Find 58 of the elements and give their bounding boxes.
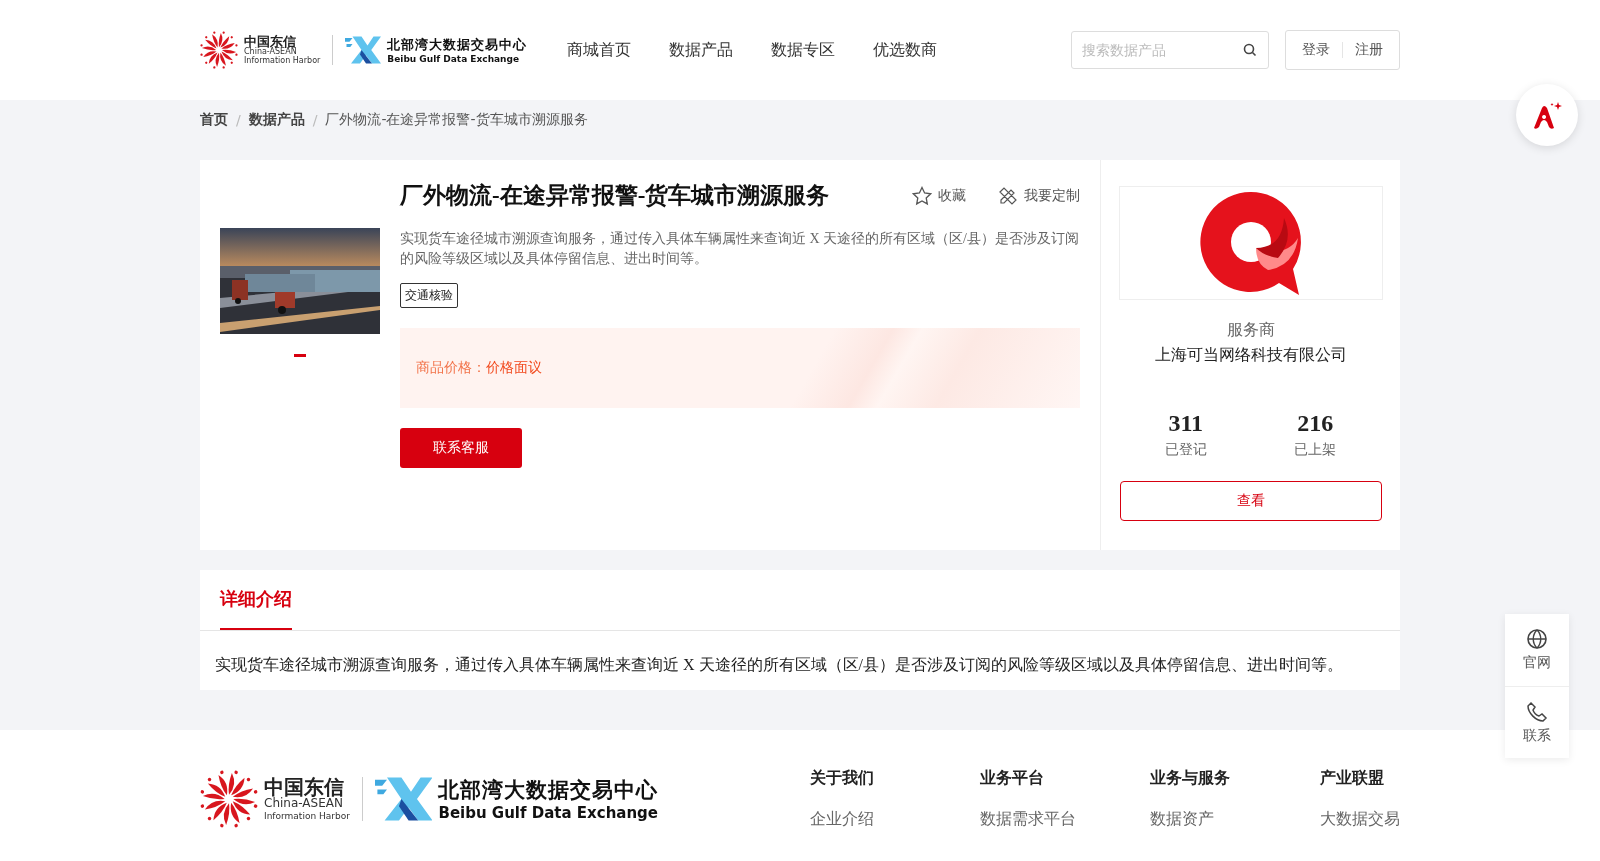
price-value: 价格面议: [486, 359, 542, 377]
view-button[interactable]: 查看: [1119, 481, 1382, 521]
breadcrumb-separator: /: [312, 112, 318, 128]
logo-text: China-ASEAN: [264, 797, 343, 811]
logo-text: Beibu Gulf Data Exchange: [438, 804, 659, 822]
logo-text: 中国东信: [264, 777, 345, 798]
breadcrumb-link[interactable]: 数据产品: [248, 111, 305, 129]
breadcrumb-separator: /: [236, 112, 241, 128]
nav-link[interactable]: 优选数商: [873, 39, 938, 61]
breadcrumb-current: 厂外物流-在途异常报警-货车城市溯源服务: [325, 111, 588, 129]
logo-text: 北部湾大数据交易中心: [387, 36, 528, 54]
flower-logo-icon: [200, 770, 258, 828]
logo-text: Information Harbor: [244, 56, 321, 66]
stat-value: 311: [1168, 410, 1204, 437]
product-title: 厂外物流-在途异常报警-货车城市溯源服务: [400, 182, 831, 210]
phone-icon: [1526, 700, 1548, 723]
footer-heading: 业务与服务: [1150, 768, 1231, 789]
stat-label: 已登记: [1164, 441, 1207, 459]
flower-logo-icon: [200, 31, 238, 69]
search-icon: [1243, 43, 1257, 57]
logo-text: 北部湾大数据交易中心: [438, 777, 659, 804]
detail-tab[interactable]: 详细介绍: [220, 570, 292, 630]
login-button[interactable]: 登录: [1290, 41, 1342, 59]
footer-heading: 业务平台: [980, 768, 1045, 789]
favorite-button[interactable]: 收藏: [912, 185, 966, 206]
stat-label: 已上架: [1294, 441, 1337, 459]
assistant-button[interactable]: [1516, 84, 1578, 146]
website-button[interactable]: 官网: [1505, 614, 1569, 686]
footer-heading: 产业联盟: [1320, 768, 1385, 789]
x-logo-icon: [345, 35, 382, 65]
logo-text: China-ASEAN: [244, 47, 298, 56]
customize-button[interactable]: 我要定制: [998, 185, 1080, 206]
logo-text: Beibu Gulf Data Exchange: [387, 54, 521, 64]
provider-name: 上海可当网络科技有限公司: [1154, 345, 1347, 366]
nav-link[interactable]: 数据产品: [669, 39, 734, 61]
logo-text: Information Harbor: [264, 810, 350, 821]
footer-link[interactable]: 数据需求平台: [980, 809, 1150, 830]
footer-heading: 关于我们: [810, 768, 875, 789]
nav-link[interactable]: 商城首页: [567, 39, 632, 61]
stat-value: 216: [1297, 410, 1334, 437]
star-icon: [912, 185, 932, 206]
price-label: 商品价格：: [416, 359, 486, 377]
x-logo-icon: [374, 775, 433, 823]
breadcrumb-link[interactable]: 首页: [200, 111, 228, 129]
search-field[interactable]: 搜索数据产品: [1071, 31, 1269, 69]
nav-link[interactable]: 数据专区: [771, 39, 836, 61]
contact-button[interactable]: 联系客服: [400, 428, 522, 468]
footer-link[interactable]: 企业介绍: [810, 809, 980, 830]
footer-link[interactable]: 数据资产: [1150, 809, 1320, 830]
footer-link[interactable]: 大数据交易: [1320, 809, 1400, 830]
provider-label: 服务商: [1226, 320, 1275, 341]
logo-text: 中国东信: [244, 34, 297, 48]
globe-icon: [1526, 628, 1548, 650]
product-description: 实现货车途径城市溯源查询服务，通过传入具体车辆属性来查询近 X 天途径的所有区域（区/县）是否涉及订阅的风险等级区域以及具体停留信息、进出时间等。: [400, 230, 1080, 268]
category-tag: 交通核验: [400, 283, 458, 308]
register-button[interactable]: 注册: [1343, 41, 1395, 59]
detail-text: 实现货车途径城市溯源查询服务，通过传入具体车辆属性来查询近 X 天途径的所有区域（区/县）是否涉及订阅的风险等级区域以及具体停留信息、进出时间等。: [214, 655, 1344, 675]
contact-side-button[interactable]: 联系: [1505, 686, 1569, 758]
